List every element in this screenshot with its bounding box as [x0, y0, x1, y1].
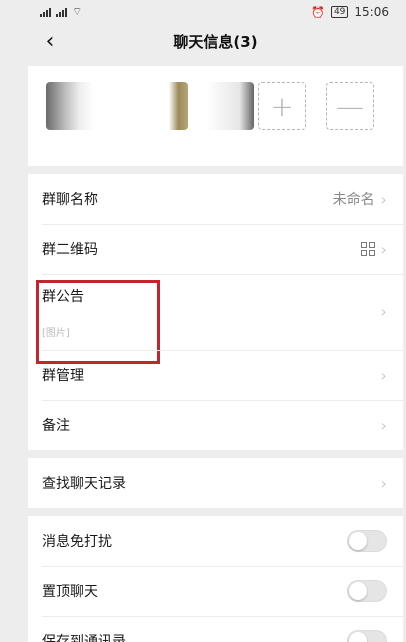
row-label: 查找聊天记录	[42, 476, 126, 492]
remove-member-button[interactable]: —	[326, 82, 374, 130]
row-label: 群管理	[42, 368, 84, 384]
member-avatar[interactable]	[140, 82, 188, 130]
save-contacts-toggle[interactable]	[347, 630, 387, 642]
row-pin: 置顶聊天	[28, 566, 403, 616]
row-group-notice[interactable]: 群公告 [图片] ›	[28, 274, 403, 364]
back-icon[interactable]: ‹	[38, 29, 62, 54]
status-bar: ⌔ ⏰ 49 15:06	[28, 0, 403, 24]
row-label: 置顶聊天	[42, 584, 98, 600]
chevron-right-icon: ›	[380, 473, 387, 493]
signal-icon	[40, 7, 51, 17]
row-group-name[interactable]: 群聊名称 未命名 ›	[28, 174, 403, 224]
row-label: 群二维码	[42, 242, 98, 258]
status-time: 15:06	[354, 5, 389, 19]
toggle-knob	[349, 632, 367, 642]
row-label: 消息免打扰	[42, 534, 112, 550]
chevron-right-icon: ›	[380, 239, 387, 259]
member-avatar[interactable]	[206, 82, 254, 130]
chevron-right-icon: ›	[380, 365, 387, 385]
page-title: 聊天信息(3)	[173, 32, 258, 51]
mute-toggle[interactable]	[347, 530, 387, 552]
chevron-right-icon: ›	[380, 189, 387, 209]
row-right: 未命名 ›	[333, 189, 387, 209]
alarm-icon: ⏰	[311, 5, 325, 19]
qr-code-icon	[360, 242, 375, 256]
status-left: ⌔	[40, 5, 82, 19]
members-panel: + —	[28, 66, 403, 166]
row-label: 群聊名称	[42, 192, 98, 208]
group-search: 查找聊天记录 ›	[28, 458, 403, 508]
add-member-button[interactable]: +	[258, 82, 306, 130]
row-group-manage[interactable]: 群管理 ›	[28, 350, 403, 400]
notice-preview: [图片]	[42, 328, 70, 339]
notice-content: 群公告 [图片]	[42, 286, 84, 339]
toggle-knob	[349, 532, 367, 550]
member-avatar[interactable]	[46, 82, 94, 130]
chevron-right-icon: ›	[380, 302, 387, 321]
row-mute: 消息免打扰	[28, 516, 403, 566]
pin-toggle[interactable]	[347, 580, 387, 602]
chevron-right-icon: ›	[380, 415, 387, 435]
row-search-history[interactable]: 查找聊天记录 ›	[28, 458, 403, 508]
row-qr-code[interactable]: 群二维码 ›	[28, 224, 403, 274]
phone-screen: ⌔ ⏰ 49 15:06 ‹ 聊天信息(3) + — 群聊名称 未命名 › 群二…	[28, 0, 403, 642]
status-right: ⏰ 49 15:06	[311, 5, 389, 19]
row-label: 备注	[42, 418, 70, 434]
row-save-contacts: 保存到通讯录	[28, 616, 403, 642]
nav-bar: ‹ 聊天信息(3)	[28, 24, 403, 58]
row-label: 群公告	[42, 289, 84, 305]
toggle-knob	[349, 582, 367, 600]
battery-icon: 49	[330, 6, 349, 18]
group-name-value: 未命名	[332, 192, 375, 208]
group-toggles: 消息免打扰 置顶聊天 保存到通讯录	[28, 516, 403, 642]
group-settings: 群聊名称 未命名 › 群二维码 › 群公告 [图片] › 群管理 › 备注 ›	[28, 174, 403, 450]
row-label: 保存到通讯录	[42, 634, 126, 642]
wifi-icon: ⌔	[72, 5, 83, 18]
row-remark[interactable]: 备注 ›	[28, 400, 403, 450]
row-right: ›	[360, 239, 387, 259]
signal-icon-2	[56, 7, 67, 17]
